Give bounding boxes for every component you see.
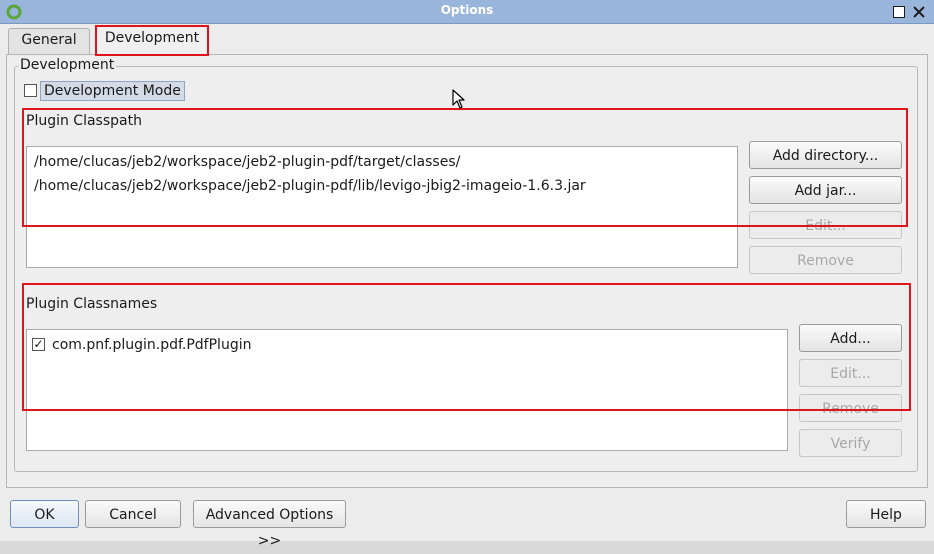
classname-add-button[interactable]: Add... (799, 324, 902, 352)
classname-label: com.pnf.plugin.pdf.PdfPlugin (52, 337, 252, 353)
help-button[interactable]: Help (846, 500, 926, 528)
plugin-classnames-label: Plugin Classnames (26, 296, 158, 312)
development-mode-label[interactable]: Development Mode (40, 81, 185, 101)
close-icon[interactable] (913, 6, 925, 18)
list-item[interactable]: /home/clucas/jeb2/workspace/jeb2-plugin-… (27, 174, 737, 198)
tab-general[interactable]: General (8, 28, 90, 54)
classpath-remove-button[interactable]: Remove (749, 246, 902, 274)
tab-development[interactable]: Development (96, 26, 208, 56)
verify-button[interactable]: Verify (799, 429, 902, 457)
classpath-edit-button[interactable]: Edit... (749, 211, 902, 239)
development-mode-checkbox[interactable] (24, 84, 37, 97)
plugin-classpath-label: Plugin Classpath (26, 113, 142, 129)
list-item[interactable]: ✓ com.pnf.plugin.pdf.PdfPlugin (27, 333, 787, 357)
options-dialog: Options General Development Development … (0, 0, 934, 549)
maximize-icon[interactable] (893, 6, 905, 18)
mouse-cursor-icon (452, 89, 465, 109)
list-item[interactable]: /home/clucas/jeb2/workspace/jeb2-plugin-… (27, 150, 737, 174)
classname-checkbox[interactable]: ✓ (32, 338, 45, 351)
development-group-title: Development (18, 57, 117, 73)
add-jar-button[interactable]: Add jar... (749, 176, 902, 204)
classname-remove-button[interactable]: Remove (799, 394, 902, 422)
title-bar: Options (0, 0, 934, 24)
add-directory-button[interactable]: Add directory... (749, 141, 902, 169)
window-title: Options (440, 3, 494, 17)
ok-button[interactable]: OK (10, 500, 79, 528)
plugin-classpath-list[interactable]: /home/clucas/jeb2/workspace/jeb2-plugin-… (26, 146, 738, 268)
cancel-button[interactable]: Cancel (85, 500, 181, 528)
classname-edit-button[interactable]: Edit... (799, 359, 902, 387)
plugin-classnames-list[interactable]: ✓ com.pnf.plugin.pdf.PdfPlugin (26, 329, 788, 451)
advanced-options-button[interactable]: Advanced Options >> (193, 500, 346, 549)
